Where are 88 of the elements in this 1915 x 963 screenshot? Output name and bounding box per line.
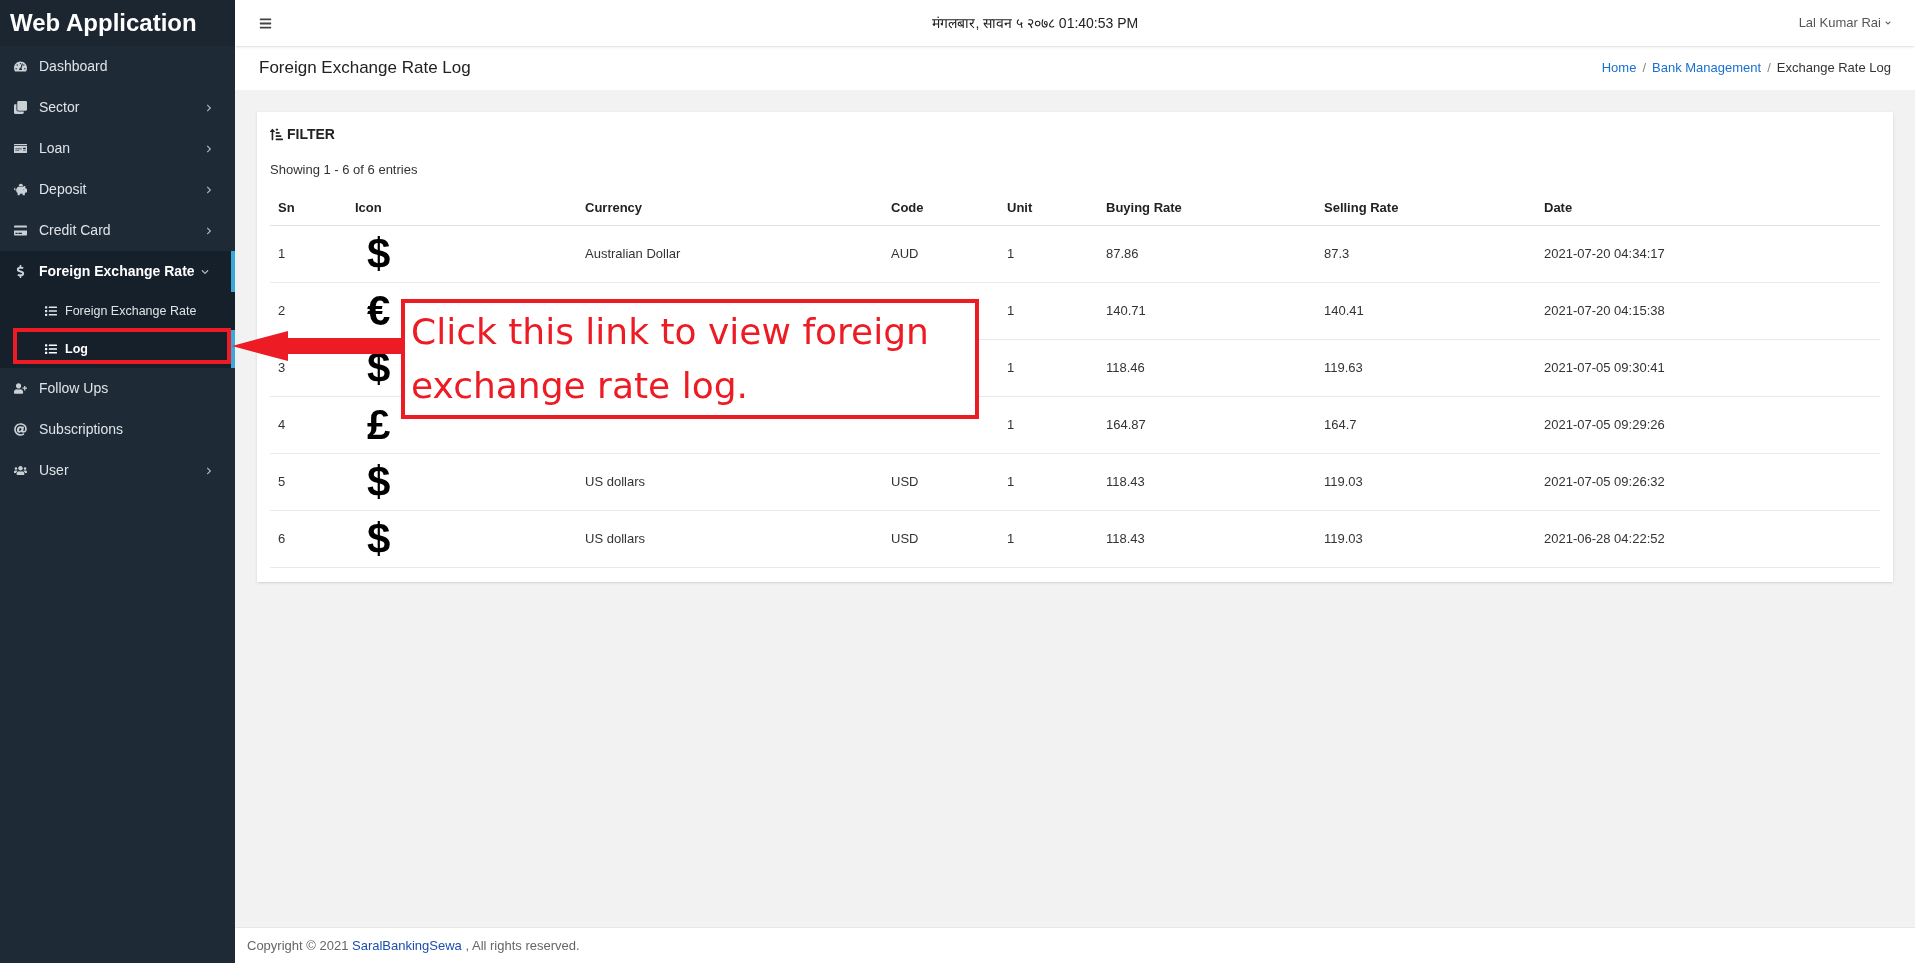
column-header: Sn [277, 198, 296, 217]
app-title: Web Application [0, 0, 235, 46]
sidebar-item[interactable]: Credit Card [0, 210, 235, 251]
menu-icon[interactable] [259, 16, 272, 30]
breadcrumb-link[interactable]: Bank Management [1652, 58, 1762, 78]
entries-info: Showing 1 - 6 of 6 entries [270, 161, 419, 179]
credit-card-icon [14, 224, 27, 237]
dollar-icon [14, 265, 27, 278]
sort-icon [270, 128, 283, 141]
callout-note: Click this link to view foreign exchange rate log. [401, 299, 979, 419]
breadcrumb-link[interactable]: Home [1601, 58, 1637, 78]
sidebar-item[interactable]: Deposit [0, 169, 235, 210]
table-cell-text: 2021-07-20 04:34:17 [1543, 244, 1666, 263]
column-header: Code [890, 198, 925, 217]
table-cell-text: USD [890, 472, 920, 491]
table-cell-text: 4 [277, 415, 287, 434]
table-cell-text: 1 [1006, 301, 1016, 320]
table-cell-text: AUD [890, 244, 920, 263]
users-icon [14, 464, 27, 477]
table-cell-text: 2 [277, 301, 287, 320]
sidebar-item[interactable]: User [0, 450, 235, 491]
table-cell-text: 2021-07-20 04:15:38 [1543, 301, 1666, 320]
submenu-item[interactable]: Foreign Exchange Rate [0, 292, 235, 330]
sidebar-item[interactable]: Foreign Exchange Rate [0, 251, 235, 292]
user-menu[interactable]: Lal Kumar Rai [1798, 13, 1891, 33]
currency-symbol: $ [367, 460, 391, 503]
currency-symbol: £ [367, 403, 391, 446]
column-header: Currency [584, 198, 644, 217]
sidebar-item[interactable]: Follow Ups [0, 368, 235, 409]
card-icon [14, 142, 27, 155]
column-header: Unit [1006, 198, 1034, 217]
table-cell-text: Australian Dollar [584, 244, 682, 263]
sidebar-item[interactable]: Loan [0, 128, 235, 169]
table-cell-text: 118.43 [1105, 529, 1146, 548]
user-plus-icon [14, 382, 27, 395]
filter-button[interactable]: FILTER [270, 124, 335, 145]
column-header: Icon [354, 198, 383, 217]
footer-link[interactable]: SaralBankingSewa [352, 937, 462, 953]
column-header: Buying Rate [1105, 198, 1183, 217]
breadcrumb-current: Exchange Rate Log [1776, 59, 1891, 78]
gauge-icon [14, 60, 27, 73]
caret-icon [1885, 20, 1891, 26]
table-cell-text: 1 [1006, 529, 1016, 548]
table-cell-text: 140.71 [1105, 301, 1147, 320]
table-cell-text: 1 [1006, 415, 1016, 434]
table-cell-text: 1 [1006, 358, 1016, 377]
table-cell-text: 3 [277, 358, 287, 377]
date-time: मंगलबार, सावन ५ २०७८ 01:40:53 PM [931, 13, 1140, 33]
table-cell-text: USD [890, 529, 920, 548]
page-title: Foreign Exchange Rate Log [259, 57, 472, 80]
table-cell-text: 164.87 [1105, 415, 1147, 434]
table-cell-text: US dollars [584, 529, 646, 548]
breadcrumb-separator: / [1767, 59, 1771, 78]
table-cell-text: 119.63 [1323, 358, 1364, 377]
copy-icon [14, 101, 27, 114]
sidebar-item[interactable]: Dashboard [0, 46, 235, 87]
table-cell-text: 118.43 [1105, 472, 1146, 491]
at-icon [14, 423, 27, 436]
table-cell-text: 2021-07-05 09:30:41 [1543, 358, 1666, 377]
column-header: Selling Rate [1323, 198, 1400, 217]
currency-symbol: $ [367, 346, 391, 389]
table-cell-text: 119.03 [1323, 529, 1364, 548]
breadcrumb-separator: / [1642, 59, 1647, 78]
table-cell-text: US dollars [584, 472, 646, 491]
table-cell-text: 1 [1006, 244, 1016, 263]
table-cell-text: 2021-06-28 04:22:52 [1543, 529, 1666, 548]
table-cell-text: 1 [277, 244, 287, 263]
list-icon [45, 343, 57, 355]
currency-symbol: $ [367, 517, 391, 560]
list-icon [45, 305, 57, 317]
table-cell-text: 5 [277, 472, 287, 491]
table-cell-text: 87.86 [1105, 244, 1140, 263]
table-cell-text: 2021-07-05 09:26:32 [1543, 472, 1666, 491]
table-cell-text: 164.7 [1323, 415, 1358, 434]
currency-symbol: € [367, 289, 391, 332]
sidebar-item[interactable]: Sector [0, 87, 235, 128]
piggy-bank-icon [14, 183, 27, 196]
currency-symbol: $ [367, 232, 391, 275]
table-cell-text: 1 [1006, 472, 1016, 491]
table-cell-text: 6 [277, 529, 287, 548]
table-cell-text: 140.41 [1323, 301, 1365, 320]
table-cell-text: 87.3 [1323, 244, 1351, 263]
table-cell-text: 2021-07-05 09:29:26 [1543, 415, 1666, 434]
copyright-text: Copyright © 2021 SaralBankingSewa , All rights reserved. [247, 936, 580, 955]
table-cell-text: 118.46 [1105, 358, 1146, 377]
sidebar-item[interactable]: Subscriptions [0, 409, 235, 450]
table-cell-text: 119.03 [1323, 472, 1364, 491]
column-header: Date [1543, 198, 1574, 217]
